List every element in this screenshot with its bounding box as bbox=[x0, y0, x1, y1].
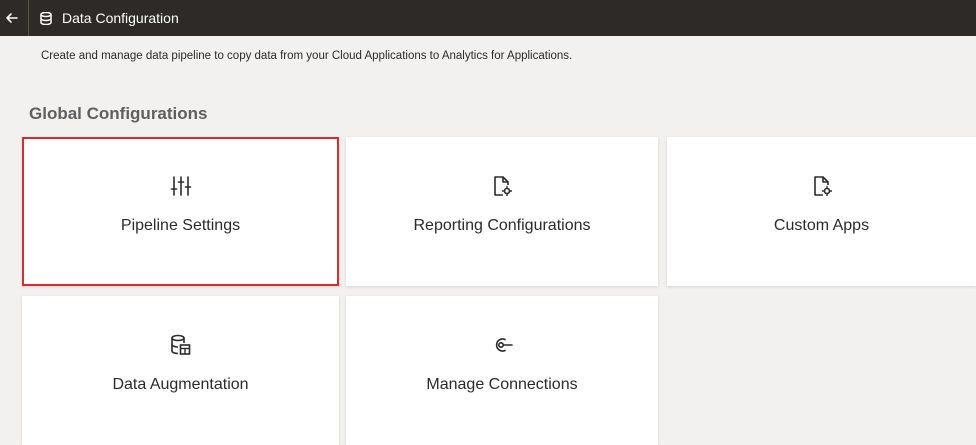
tile-manage-connections[interactable]: Manage Connections bbox=[346, 296, 658, 445]
tile-label: Manage Connections bbox=[426, 376, 578, 393]
tile-data-augmentation[interactable]: Data Augmentation bbox=[22, 296, 339, 445]
tile-reporting-configurations[interactable]: Reporting Configurations bbox=[346, 137, 658, 286]
page-description: Create and manage data pipeline to copy … bbox=[41, 50, 573, 62]
title-divider bbox=[28, 0, 29, 36]
tile-label: Reporting Configurations bbox=[413, 217, 591, 234]
connection-icon bbox=[489, 332, 515, 358]
sliders-icon bbox=[168, 173, 194, 199]
tile-label: Pipeline Settings bbox=[120, 217, 241, 234]
section-heading: Global Configurations bbox=[29, 104, 208, 123]
tile-pipeline-settings[interactable]: Pipeline Settings bbox=[22, 137, 339, 286]
tile-label: Data Augmentation bbox=[112, 376, 249, 393]
title-bar: Data Configuration bbox=[0, 0, 976, 36]
tile-custom-apps[interactable]: Custom Apps bbox=[667, 137, 976, 286]
database-table-icon bbox=[168, 332, 194, 358]
arrow-left-icon bbox=[6, 13, 18, 23]
page-title: Data Configuration bbox=[62, 10, 179, 26]
back-button[interactable] bbox=[2, 0, 22, 36]
database-icon bbox=[39, 11, 53, 25]
document-gear-icon bbox=[809, 173, 835, 199]
document-gear-icon bbox=[489, 173, 515, 199]
tile-label: Custom Apps bbox=[773, 217, 870, 234]
